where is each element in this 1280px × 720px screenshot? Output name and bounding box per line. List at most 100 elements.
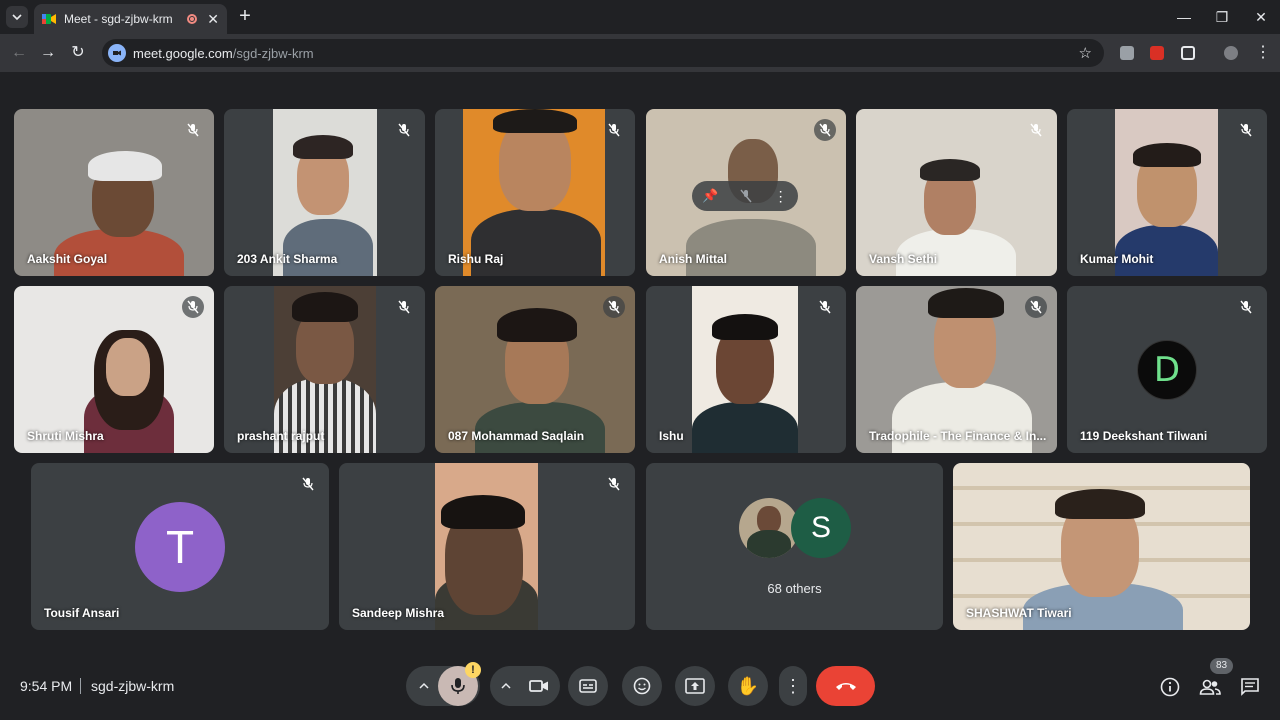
chevron-up-icon — [501, 682, 511, 689]
camera-button[interactable] — [519, 666, 559, 706]
participant-tile[interactable]: Shruti Mishra — [14, 286, 214, 453]
participant-name: SHASHWAT Tiwari — [966, 606, 1072, 620]
more-vert-icon: ⋮ — [784, 675, 802, 696]
browser-menu-icon[interactable]: ⋮ — [1252, 42, 1274, 64]
participant-video — [435, 463, 538, 630]
present-screen-button[interactable] — [675, 666, 715, 706]
participant-video — [686, 219, 816, 276]
camera-icon — [529, 680, 548, 692]
info-icon — [1160, 677, 1180, 697]
participant-tile[interactable]: SHASHWAT Tiwari — [953, 463, 1250, 630]
meeting-details-button[interactable] — [1158, 675, 1182, 699]
warning-badge-icon: ! — [465, 662, 481, 678]
muted-mic-icon — [297, 473, 319, 495]
participant-tile[interactable]: Aakshit Goyal — [14, 109, 214, 276]
maximize-button[interactable]: ❐ — [1204, 6, 1240, 28]
participant-tile[interactable]: Sandeep Mishra — [339, 463, 635, 630]
participant-name: Rishu Raj — [448, 252, 504, 266]
minimize-button[interactable]: — — [1166, 6, 1202, 28]
participant-tile[interactable]: Rishu Raj — [435, 109, 635, 276]
profile-avatar[interactable] — [1224, 46, 1238, 60]
pin-icon[interactable]: 📌 — [702, 188, 718, 204]
captions-button[interactable] — [568, 666, 608, 706]
muted-mic-icon — [1025, 119, 1047, 141]
tab-search-button[interactable] — [6, 6, 28, 28]
reload-button[interactable]: ↻ — [67, 42, 89, 64]
participant-video — [274, 286, 376, 453]
microphone-off-icon — [451, 678, 465, 694]
chevron-down-icon — [12, 14, 22, 21]
leave-call-button[interactable] — [816, 666, 875, 706]
participant-name: 203 Ankit Sharma — [237, 252, 338, 266]
participant-video — [475, 402, 605, 453]
participant-name: prashant rajput — [237, 429, 325, 443]
muted-mic-icon — [182, 296, 204, 318]
muted-mic-icon — [603, 473, 625, 495]
muted-mic-icon — [182, 119, 204, 141]
participant-name: 087 Mohammad Saqlain — [448, 429, 585, 443]
mute-participant-icon[interactable] — [739, 189, 753, 203]
bookmark-star-icon[interactable]: ☆ — [1079, 44, 1092, 62]
participant-tile[interactable]: 📌 ⋮ Anish Mittal — [646, 109, 846, 276]
participant-tile[interactable]: Vansh Sethi — [856, 109, 1057, 276]
avatar: D — [1137, 340, 1197, 400]
muted-mic-icon — [814, 296, 836, 318]
participant-name: Tousif Ansari — [44, 606, 120, 620]
hand-icon: ✋ — [736, 675, 760, 696]
new-tab-button[interactable]: + — [235, 6, 255, 28]
back-button[interactable]: ← — [8, 42, 30, 64]
reactions-button[interactable] — [622, 666, 662, 706]
divider — [80, 678, 81, 694]
participant-tile[interactable]: Ishu — [646, 286, 846, 453]
participant-tile[interactable]: T Tousif Ansari — [31, 463, 329, 630]
meeting-controls-bar: 9:54 PM sgd-zjbw-krm ! ✋ ⋮ 83 — [0, 650, 1280, 720]
muted-mic-icon — [393, 119, 415, 141]
forward-button[interactable]: → — [37, 42, 59, 64]
present-screen-icon — [685, 678, 705, 694]
site-info-icon[interactable] — [108, 44, 126, 62]
participant-tile[interactable]: Kumar Mohit — [1067, 109, 1267, 276]
more-options-button[interactable]: ⋮ — [779, 666, 807, 706]
extension-icon[interactable] — [1120, 46, 1134, 60]
tile-hover-controls: 📌 ⋮ — [692, 181, 798, 211]
captions-icon — [579, 679, 597, 693]
extensions-puzzle-icon[interactable] — [1181, 46, 1195, 60]
participant-name: Vansh Sethi — [869, 252, 938, 266]
chevron-up-icon — [419, 682, 429, 689]
muted-mic-icon — [1025, 296, 1047, 318]
others-tile[interactable]: S 68 others — [646, 463, 943, 630]
browser-tab-bar: Meet - sgd-zjbw-krm ✕ + — ❐ ✕ — [0, 0, 1280, 34]
people-icon — [1199, 679, 1221, 695]
participant-tile[interactable]: 087 Mohammad Saqlain — [435, 286, 635, 453]
chat-button[interactable] — [1238, 675, 1262, 699]
participant-tile[interactable]: D 119 Deekshant Tilwani — [1067, 286, 1267, 453]
participant-name: 119 Deekshant Tilwani — [1080, 429, 1208, 443]
browser-toolbar: ← → ↻ meet.google.com/sgd-zjbw-krm ☆ ⋮ — [0, 34, 1280, 72]
tab-close-icon[interactable]: ✕ — [207, 11, 219, 28]
raise-hand-button[interactable]: ✋ — [728, 666, 768, 706]
browser-tab[interactable]: Meet - sgd-zjbw-krm ✕ — [34, 4, 227, 34]
others-count-label: 68 others — [767, 581, 822, 596]
participant-count-badge: 83 — [1210, 658, 1233, 674]
avatar: S — [791, 498, 851, 558]
address-bar[interactable]: meet.google.com/sgd-zjbw-krm ☆ — [102, 39, 1104, 67]
tab-title: Meet - sgd-zjbw-krm — [64, 12, 173, 26]
meeting-time: 9:54 PM — [20, 678, 73, 694]
close-window-button[interactable]: ✕ — [1243, 6, 1279, 28]
participant-name: Shruti Mishra — [27, 429, 104, 443]
extension-red-icon[interactable] — [1150, 46, 1164, 60]
emoji-icon — [633, 677, 651, 695]
participant-tile[interactable]: Tradophile - The Finance & In... — [856, 286, 1057, 453]
muted-mic-icon — [393, 296, 415, 318]
avatar — [739, 498, 799, 558]
muted-mic-icon — [814, 119, 836, 141]
more-options-icon[interactable]: ⋮ — [774, 188, 788, 205]
avatar: T — [135, 502, 225, 592]
meet-favicon-icon — [42, 14, 56, 24]
muted-mic-icon — [1235, 296, 1257, 318]
participant-tile[interactable]: 203 Ankit Sharma — [224, 109, 425, 276]
participant-tile[interactable]: prashant rajput — [224, 286, 425, 453]
participant-video — [692, 286, 798, 453]
people-button[interactable] — [1198, 675, 1222, 699]
participant-video — [463, 109, 605, 276]
